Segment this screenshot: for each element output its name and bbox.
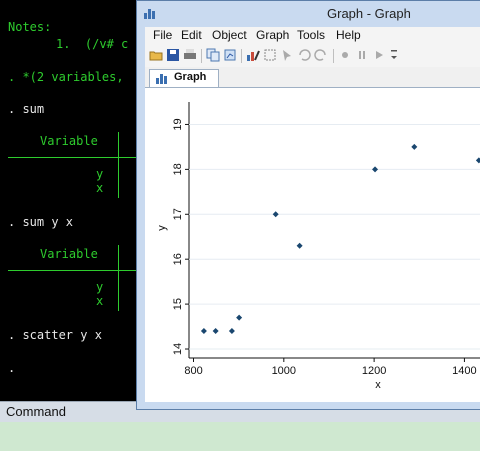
y-tick-label: 18 xyxy=(172,163,184,175)
x-axis-label: x xyxy=(375,379,381,391)
sum-command: . sum xyxy=(8,102,45,116)
x-tick-label: 1200 xyxy=(362,365,386,377)
graph-tab-strip: Graph xyxy=(145,67,480,88)
plot-area: 14 15 16 17 18 19 800 1000 1200 1400 x y xyxy=(145,88,480,402)
y-tick-label: 14 xyxy=(172,343,184,355)
y-axis-label: y xyxy=(156,225,168,231)
graph-editor-icon[interactable] xyxy=(246,48,260,62)
sum-yx-command: . sum y x xyxy=(8,215,74,229)
menu-graph[interactable]: Graph xyxy=(256,28,289,42)
x-tick-label: 1000 xyxy=(272,365,296,377)
data-point xyxy=(475,157,480,164)
command-input[interactable] xyxy=(0,422,480,451)
table-divider xyxy=(118,132,119,198)
menu-file[interactable]: File xyxy=(153,28,172,42)
table-rule xyxy=(8,270,136,271)
data-point xyxy=(212,328,219,335)
window-title: Graph - Graph xyxy=(327,6,411,21)
toolbar-separator xyxy=(201,49,202,63)
table-rule xyxy=(8,157,136,158)
pause-icon[interactable] xyxy=(355,48,369,62)
graph-app-icon xyxy=(144,9,155,19)
graph-window: Graph - Graph File Edit Object Graph Too… xyxy=(136,0,480,410)
menu-bar: File Edit Object Graph Tools Help xyxy=(145,27,480,45)
graph-toolbar xyxy=(145,45,480,68)
save-icon[interactable] xyxy=(166,48,180,62)
variable-header: Variable xyxy=(40,134,98,148)
toolbar-separator xyxy=(333,49,334,63)
data-point xyxy=(236,314,243,321)
console-prompt: . xyxy=(8,361,16,375)
table-divider xyxy=(118,245,119,311)
variables-line: . *(2 variables, xyxy=(8,70,124,84)
bar-chart-icon xyxy=(156,74,167,84)
y-tick-label: 19 xyxy=(172,118,184,130)
undo-icon[interactable] xyxy=(297,48,311,62)
x-tick-label: 800 xyxy=(184,365,202,377)
copy-icon[interactable] xyxy=(206,48,220,62)
data-point xyxy=(200,328,207,335)
select-icon[interactable] xyxy=(263,48,277,62)
var-y-label: y xyxy=(96,167,104,181)
toolbar-separator xyxy=(241,49,242,63)
var-x-label: x xyxy=(96,294,104,308)
menu-edit[interactable]: Edit xyxy=(181,28,202,42)
menu-help[interactable]: Help xyxy=(336,28,361,42)
print-icon[interactable] xyxy=(183,48,197,62)
play-icon[interactable] xyxy=(372,48,386,62)
notes-label: Notes: xyxy=(8,20,52,34)
data-point xyxy=(372,166,379,173)
command-panel-label: Command xyxy=(6,404,66,419)
data-point xyxy=(411,143,418,150)
scatter-command: . scatter y x xyxy=(8,328,102,342)
x-tick-label: 1400 xyxy=(452,365,476,377)
y-tick-label: 17 xyxy=(172,208,184,220)
pointer-icon[interactable] xyxy=(280,48,294,62)
var-y-label: y xyxy=(96,280,104,294)
data-point xyxy=(296,242,303,249)
menu-tools[interactable]: Tools xyxy=(297,28,325,42)
data-point xyxy=(272,211,279,218)
y-tick-label: 15 xyxy=(172,298,184,310)
y-tick-label: 16 xyxy=(172,253,184,265)
toolbar-overflow-icon[interactable] xyxy=(389,48,403,62)
note-line: 1. (/v# c xyxy=(56,37,129,51)
data-point xyxy=(228,328,235,335)
var-x-label: x xyxy=(96,181,104,195)
graph-window-titlebar[interactable]: Graph - Graph xyxy=(137,1,480,27)
tab-graph-label: Graph xyxy=(174,71,207,83)
copy-graph-icon[interactable] xyxy=(223,48,237,62)
record-icon[interactable] xyxy=(338,48,352,62)
variable-header: Variable xyxy=(40,247,98,261)
open-icon[interactable] xyxy=(149,48,163,62)
redo-icon[interactable] xyxy=(314,48,328,62)
tab-graph[interactable]: Graph xyxy=(149,69,219,87)
scatter-plot: 14 15 16 17 18 19 800 1000 1200 1400 x y xyxy=(156,102,480,391)
menu-object[interactable]: Object xyxy=(212,28,247,42)
